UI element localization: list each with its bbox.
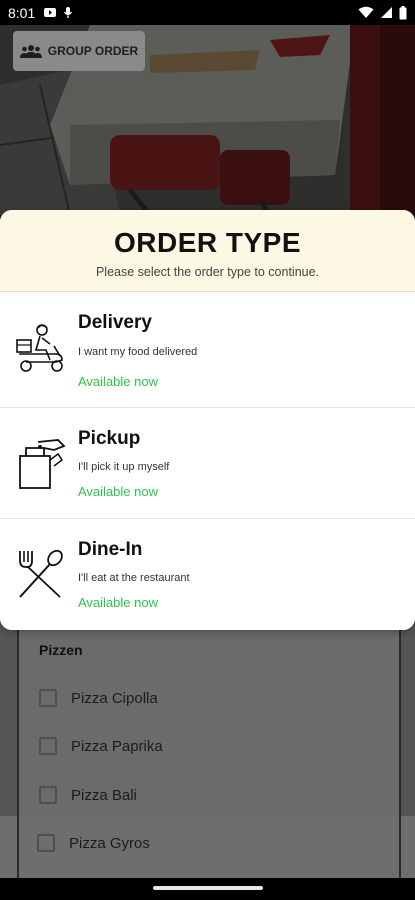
- takeaway-bag-icon: [19, 439, 66, 489]
- option-description: I want my food delivered: [78, 346, 198, 358]
- group-order-label: GROUP ORDER: [47, 44, 139, 58]
- menu-item-checkbox[interactable]: [39, 786, 57, 804]
- menu-item[interactable]: Pizza Paprika: [39, 731, 163, 761]
- battery-icon: [399, 5, 407, 19]
- menu-item-label: Pizza Bali: [71, 786, 137, 804]
- order-type-modal: ORDER TYPE Please select the order type …: [0, 210, 415, 630]
- modal-title: ORDER TYPE: [113, 227, 302, 258]
- menu-item[interactable]: Pizza Bali: [39, 780, 137, 810]
- modal-header: ORDER TYPE Please select the order type …: [0, 210, 415, 292]
- status-bar: 8:01: [0, 0, 415, 25]
- menu-item-checkbox[interactable]: [37, 834, 55, 852]
- signal-icon: [381, 7, 392, 18]
- home-handle[interactable]: [153, 886, 263, 890]
- option-availability: Available now: [78, 374, 158, 389]
- menu-item-checkbox[interactable]: [39, 689, 57, 707]
- mic-icon: [64, 7, 73, 18]
- menu-item-label: Pizza Gyros: [69, 834, 150, 852]
- delivery-scooter-icon: [16, 324, 63, 372]
- option-name: Dine-In: [78, 539, 143, 560]
- order-option-pickup[interactable]: Pickup I'll pick it up myself Available …: [0, 408, 415, 519]
- status-time: 8:01: [8, 4, 36, 21]
- option-availability: Available now: [78, 595, 158, 610]
- wifi-icon: [358, 6, 374, 18]
- option-description: I'll eat at the restaurant: [78, 572, 190, 584]
- menu-item[interactable]: Pizza Gyros: [37, 828, 150, 858]
- group-order-button[interactable]: GROUP ORDER: [13, 31, 145, 71]
- option-name: Delivery: [78, 312, 152, 333]
- option-availability: Available now: [78, 484, 158, 499]
- group-icon: [19, 45, 42, 58]
- order-option-delivery[interactable]: Delivery I want my food delivered Availa…: [0, 292, 415, 408]
- fork-spoon-icon: [19, 549, 63, 598]
- menu-item-checkbox[interactable]: [39, 737, 57, 755]
- menu-category-title: Pizzen: [39, 642, 83, 658]
- menu-item-label: Pizza Paprika: [71, 737, 163, 755]
- menu-item-label: Pizza Cipolla: [71, 689, 158, 707]
- menu-lower-band: Pizza Gyros: [0, 816, 415, 878]
- menu-item[interactable]: Pizza Cipolla: [39, 683, 158, 713]
- notification-icon: [44, 8, 57, 17]
- option-name: Pickup: [78, 428, 141, 449]
- order-option-dine-in[interactable]: Dine-In I'll eat at the restaurant Avail…: [0, 519, 415, 630]
- option-description: I'll pick it up myself: [78, 461, 170, 473]
- modal-subtitle: Please select the order type to continue…: [95, 265, 320, 279]
